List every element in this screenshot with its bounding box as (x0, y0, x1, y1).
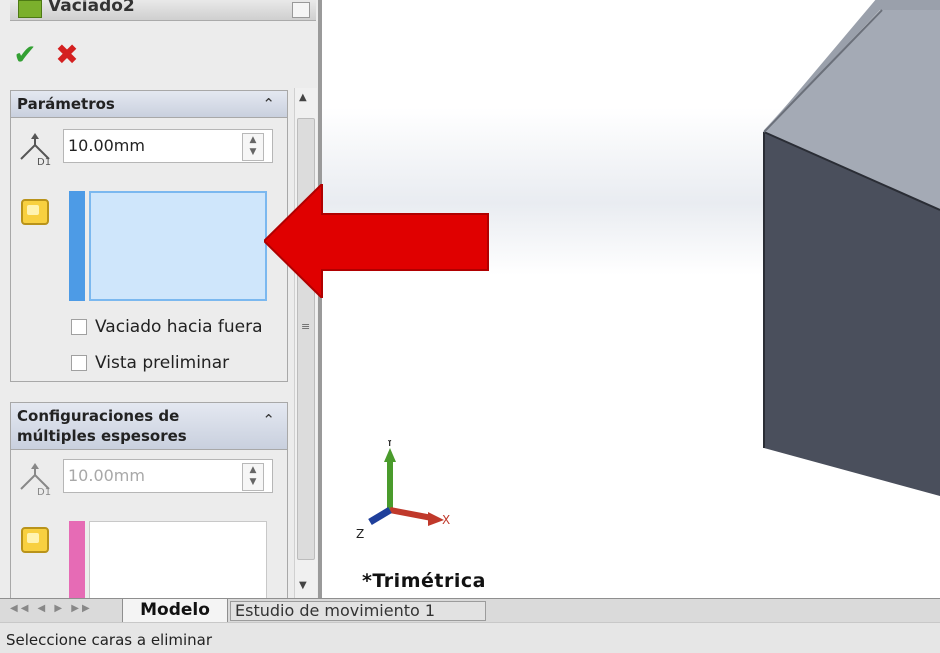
faces-selection-stripe (69, 191, 85, 301)
cancel-button[interactable]: ✖ (54, 41, 80, 69)
multi-thickness-input[interactable]: 10.00mm ▲ ▼ (63, 459, 273, 493)
thickness-input[interactable]: 10.00mm ▲ ▼ (63, 129, 273, 163)
annotation-arrow (264, 184, 489, 298)
svg-text:D1: D1 (37, 487, 51, 497)
triad-z-label: Z (356, 527, 364, 541)
tab-motion-study[interactable]: Estudio de movimiento 1 (230, 601, 486, 621)
panel-divider[interactable] (318, 0, 322, 598)
multi-thickness-title-line2: múltiples espesores (17, 427, 187, 445)
faces-to-remove-selection-box[interactable] (89, 191, 267, 301)
tab-nav-arrows[interactable]: ◀◀ ◀ ▶ ▶▶ (10, 603, 118, 619)
thickness-stepper[interactable]: ▲ ▼ (242, 133, 264, 161)
preview-label: Vista preliminar (95, 353, 230, 373)
multi-thickness-group-header[interactable]: Configuraciones de múltiples espesores ⌃ (11, 403, 287, 450)
tab-model[interactable]: Modelo (122, 599, 228, 623)
panel-scrollbar[interactable]: ▲ ≡ ▼ (294, 88, 317, 598)
multi-thickness-group: Configuraciones de múltiples espesores ⌃… (10, 402, 288, 598)
triad-x-label: X (442, 513, 450, 527)
property-manager-panel: Vaciado2 ✔ ✖ Parámetros ⌃ D1 10.00mm ▲ ▼ … (0, 0, 322, 598)
thickness-value: 10.00mm (68, 136, 145, 155)
view-triad: Y X Z (356, 440, 450, 541)
feature-title: Vaciado2 (48, 0, 135, 16)
thickness-icon: D1 (20, 133, 51, 167)
feature-title-bar: Vaciado2 (10, 0, 316, 21)
svg-text:D1: D1 (37, 157, 51, 167)
status-bar: Seleccione caras a eliminar (0, 622, 940, 653)
shell-outward-label: Vaciado hacia fuera (95, 317, 263, 337)
collapse-chevron-icon[interactable]: ⌃ (262, 95, 275, 113)
scroll-up-icon[interactable]: ▲ (299, 92, 307, 103)
view-orientation-label: *Trimétrica (362, 570, 486, 592)
scroll-down-icon[interactable]: ▼ (299, 580, 307, 591)
preview-checkbox[interactable] (71, 355, 87, 371)
status-message: Seleccione caras a eliminar (6, 631, 213, 649)
shell-outward-checkbox[interactable] (71, 319, 87, 335)
bottom-tab-bar: ◀◀ ◀ ▶ ▶▶ Modelo Estudio de movimiento 1 (0, 598, 940, 623)
thickness-icon: D1 (20, 463, 51, 497)
parameters-group: Parámetros ⌃ D1 10.00mm ▲ ▼ Vaciado hacia… (10, 90, 288, 382)
panel-collapse-button[interactable] (292, 2, 310, 18)
multi-thickness-title-line1: Configuraciones de (17, 407, 180, 425)
scroll-grip-icon: ≡ (301, 320, 311, 333)
multi-thickness-stepper[interactable]: ▲ ▼ (242, 463, 264, 491)
parameters-group-title: Parámetros (17, 95, 115, 113)
multi-thickness-faces-selection-box[interactable] (89, 521, 267, 598)
triad-y-label: Y (385, 440, 394, 449)
multi-faces-selection-stripe (69, 521, 85, 598)
face-select-icon (21, 527, 49, 553)
parameters-group-header[interactable]: Parámetros ⌃ (11, 91, 287, 118)
collapse-chevron-icon[interactable]: ⌃ (262, 411, 275, 429)
face-select-icon (21, 199, 49, 225)
feature-shell-icon (18, 0, 42, 18)
ok-button[interactable]: ✔ (12, 41, 38, 69)
multi-thickness-value: 10.00mm (68, 466, 145, 485)
